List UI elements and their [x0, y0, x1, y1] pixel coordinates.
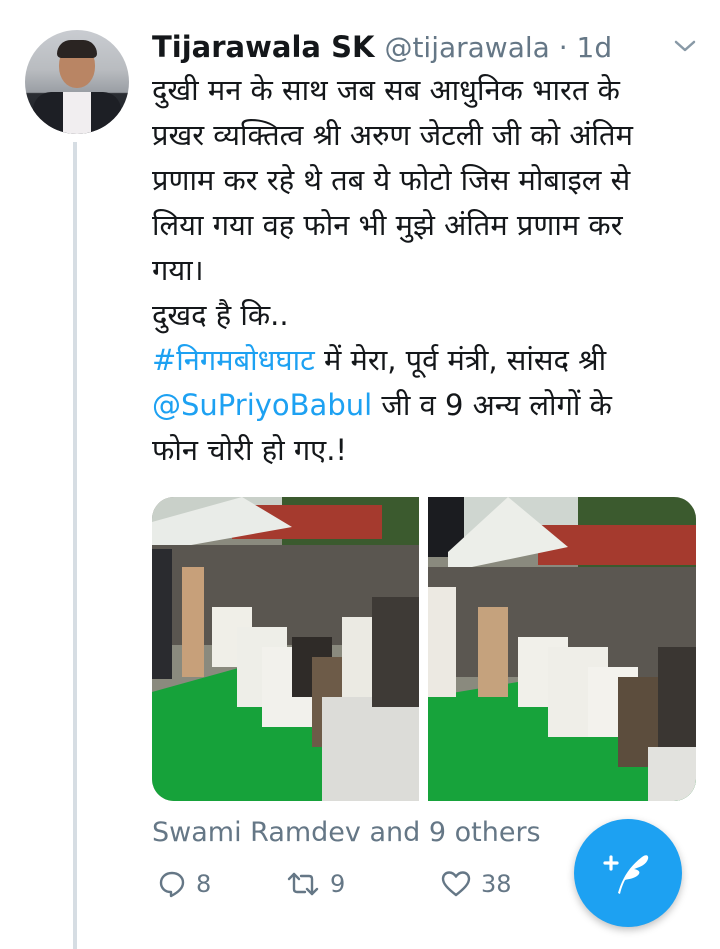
tweet-line: प्रखर व्यक्तित्व श्री अरुण जेटली जी को अ…: [152, 118, 633, 152]
tweet-line: प्रणाम कर रहे थे तब ये फोटो जिस मोबाइल स…: [152, 163, 631, 197]
tweet-line: @SuPriyoBabul जी व 9 अन्य लोगों के: [152, 383, 697, 428]
heart-icon: [441, 871, 471, 897]
like-button[interactable]: 38: [441, 870, 512, 898]
tweet-photo-1[interactable]: [152, 497, 419, 801]
tweet-line: दुखी मन के साथ जब सब आधुनिक भारत के: [152, 73, 620, 107]
compose-tweet-icon: [603, 855, 649, 894]
tweet-photo-2[interactable]: [428, 497, 696, 801]
tweet-line: #निगमबोधघाट में मेरा, पूर्व मंत्री, सांस…: [152, 338, 697, 383]
author-handle-time[interactable]: @tijarawala · 1d: [384, 31, 612, 64]
retweet-icon: [287, 872, 319, 896]
reply-button[interactable]: 8: [158, 870, 211, 898]
tweet-actions: 8 9 38: [152, 870, 572, 910]
tweet-line-text: में मेरा, पूर्व मंत्री, सांसद श्री: [314, 343, 607, 377]
author-name[interactable]: Tijarawala SK: [152, 30, 374, 64]
like-count: 38: [481, 870, 512, 898]
tweet-line: लिया गया वह फोन भी मुझे अंतिम प्रणाम कर: [152, 208, 623, 242]
retweet-button[interactable]: 9: [286, 870, 345, 898]
mention-link[interactable]: @SuPriyoBabul: [152, 388, 372, 422]
reply-icon: [159, 871, 185, 898]
reply-count: 8: [196, 870, 212, 898]
compose-tweet-button[interactable]: [574, 819, 682, 927]
tweet-line: दुखद है कि..: [152, 298, 289, 332]
tweet-text: दुखी मन के साथ जब सब आधुनिक भारत के प्रखर…: [152, 68, 697, 473]
tweet-line: गया।: [152, 253, 204, 287]
liked-by-summary[interactable]: Swami Ramdev and 9 others: [152, 817, 541, 848]
thread-connector-line: [73, 142, 77, 949]
retweet-count: 9: [330, 870, 346, 898]
tweet-header: Tijarawala SK @tijarawala · 1d: [152, 30, 612, 64]
tweet-line-text: जी व 9 अन्य लोगों के: [372, 388, 612, 422]
hashtag-link[interactable]: #निगमबोधघाट: [152, 343, 315, 377]
chevron-down-icon[interactable]: [673, 38, 697, 54]
avatar[interactable]: [25, 30, 129, 134]
tweet-line: फोन चोरी हो गए.!: [152, 433, 348, 467]
